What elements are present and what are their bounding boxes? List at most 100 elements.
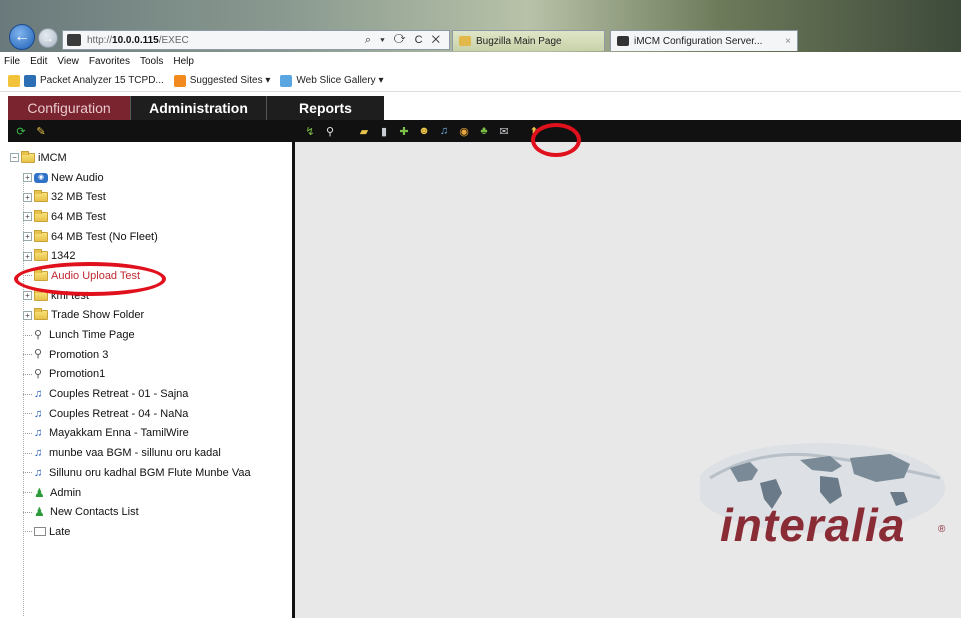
menu-favorites[interactable]: Favorites bbox=[89, 56, 130, 67]
tree-item-label: New Audio bbox=[51, 171, 104, 184]
tab-label: iMCM Configuration Server... bbox=[634, 35, 763, 47]
tree-item[interactable]: Late bbox=[8, 522, 292, 542]
tree-item-label: Admin bbox=[50, 486, 82, 499]
collapse-icon[interactable]: − bbox=[10, 153, 19, 163]
music-note-icon: ♫ bbox=[34, 388, 43, 401]
folder-icon bbox=[34, 308, 48, 321]
tree-item[interactable]: ⚲ Promotion 3 bbox=[8, 345, 292, 365]
tree-item[interactable]: ♟ New Contacts List bbox=[8, 502, 292, 522]
menu-file[interactable]: File bbox=[4, 56, 20, 67]
tree-item[interactable]: + 1342 bbox=[8, 246, 292, 266]
tab-bugzilla[interactable]: Bugzilla Main Page bbox=[452, 30, 605, 51]
tree-item[interactable]: ♫ Mayakkam Enna - TamilWire bbox=[8, 424, 292, 444]
tree-item-label: 1342 bbox=[51, 250, 76, 263]
fav-label: Suggested Sites ▾ bbox=[189, 75, 271, 86]
tree-connector bbox=[23, 373, 32, 375]
fav-suggested-sites[interactable]: Suggested Sites ▾ bbox=[173, 74, 271, 87]
tree-item-label: Sillunu oru kadhal BGM Flute Munbe Vaa bbox=[49, 466, 251, 479]
content-panel: ↯ ⚲ ▰ ▮ ✚ ☻ ♫ ◉ ♣ ✉ ⬆ interalia ® bbox=[295, 120, 961, 618]
expand-icon[interactable]: + bbox=[23, 291, 32, 301]
tree-item[interactable]: ♫ Sillunu oru kadhal BGM Flute Munbe Vaa bbox=[8, 463, 292, 483]
tab-configuration[interactable]: Configuration bbox=[8, 96, 130, 120]
forward-button[interactable]: → bbox=[38, 28, 58, 48]
music-note-icon: ♫ bbox=[34, 407, 43, 420]
folder-icon bbox=[34, 209, 48, 222]
new-contact-icon[interactable]: ♣ bbox=[477, 124, 491, 138]
url-path: /EXEC bbox=[158, 34, 189, 46]
expand-icon[interactable]: + bbox=[23, 251, 32, 261]
tree-connector bbox=[23, 452, 32, 454]
interalia-logo: interalia ® bbox=[695, 438, 960, 551]
tree-connector bbox=[23, 432, 32, 434]
fav-packet-analyzer[interactable]: Packet Analyzer 15 TCPD... bbox=[24, 74, 164, 87]
browser-menubar: File Edit View Favorites Tools Help bbox=[0, 52, 961, 70]
expand-icon[interactable]: + bbox=[23, 212, 32, 222]
content-toolbar: ↯ ⚲ ▰ ▮ ✚ ☻ ♫ ◉ ♣ ✉ ⬆ bbox=[295, 120, 961, 142]
tree-item[interactable]: ⚲ Promotion1 bbox=[8, 365, 292, 385]
menu-edit[interactable]: Edit bbox=[30, 56, 47, 67]
tree-item[interactable]: ♟ Admin bbox=[8, 483, 292, 503]
tree-item-label: Couples Retreat - 01 - Sajna bbox=[49, 388, 189, 401]
tree-item[interactable]: ♫ Couples Retreat - 04 - NaNa bbox=[8, 404, 292, 424]
tree-item[interactable]: + 64 MB Test (No Fleet) bbox=[8, 227, 292, 247]
tree-item-label: Lunch Time Page bbox=[49, 329, 135, 342]
tree-item[interactable]: ♫ munbe vaa BGM - sillunu oru kadal bbox=[8, 443, 292, 463]
new-message-icon[interactable]: ✉ bbox=[497, 124, 511, 138]
tab-imcm[interactable]: iMCM Configuration Server... × bbox=[610, 30, 798, 51]
tree-item[interactable]: ⚲ Lunch Time Page bbox=[8, 325, 292, 345]
tree-panel: ⟳ ✎ − iMCM + ◉ New Audio + 32 MB Test + bbox=[8, 120, 295, 618]
address-tools-icons[interactable]: ⌕ ▾ ⟳ C ✕ bbox=[365, 34, 443, 47]
url-prefix: http:// bbox=[87, 34, 113, 46]
tree-item[interactable]: + 64 MB Test bbox=[8, 207, 292, 227]
bugzilla-favicon-icon bbox=[459, 36, 471, 46]
highlight-oval-tree bbox=[14, 262, 166, 296]
fav-web-slice-gallery[interactable]: Web Slice Gallery ▾ bbox=[280, 74, 384, 87]
tab-reports[interactable]: Reports bbox=[266, 96, 384, 120]
tree-item-label: Trade Show Folder bbox=[51, 309, 145, 322]
page-icon: ⚲ bbox=[34, 348, 43, 361]
menu-tools[interactable]: Tools bbox=[140, 56, 163, 67]
page-icon: ⚲ bbox=[34, 328, 43, 341]
highlight-oval-toolbar bbox=[531, 123, 581, 157]
web-slice-icon bbox=[280, 74, 293, 87]
browser-window: ← → http:// 10.0.0.115 /EXEC ⌕ ▾ ⟳ C ✕ B… bbox=[0, 0, 961, 618]
move-icon[interactable]: ↯ bbox=[303, 124, 317, 138]
new-user-icon[interactable]: ☻ bbox=[417, 124, 431, 138]
tree-item-label: New Contacts List bbox=[50, 506, 139, 519]
tab-administration[interactable]: Administration bbox=[130, 96, 266, 120]
tree-item-label: Promotion1 bbox=[49, 368, 106, 381]
app-tabs: Configuration Administration Reports bbox=[8, 96, 961, 120]
tree-item[interactable]: ♫ Couples Retreat - 01 - Sajna bbox=[8, 384, 292, 404]
expand-icon[interactable]: + bbox=[23, 173, 32, 183]
tree-toolbar: ⟳ ✎ bbox=[8, 120, 292, 142]
packet-analyzer-icon bbox=[24, 74, 36, 87]
pencil-icon[interactable]: ✎ bbox=[34, 124, 48, 138]
menu-help[interactable]: Help bbox=[173, 56, 194, 67]
new-schedule-icon[interactable]: ◉ bbox=[457, 124, 471, 138]
new-folder-icon[interactable]: ▰ bbox=[357, 124, 371, 138]
browser-titlebar: ← → http:// 10.0.0.115 /EXEC ⌕ ▾ ⟳ C ✕ B… bbox=[0, 0, 961, 52]
new-audio-icon[interactable]: ♫ bbox=[437, 124, 451, 138]
favorites-star-icon[interactable] bbox=[8, 74, 20, 87]
close-tab-icon[interactable]: × bbox=[785, 36, 791, 47]
refresh-icon[interactable]: ⟳ bbox=[14, 124, 28, 138]
tree-item[interactable]: + ◉ New Audio bbox=[8, 168, 292, 188]
address-bar[interactable]: http:// 10.0.0.115 /EXEC ⌕ ▾ ⟳ C ✕ bbox=[62, 30, 450, 50]
tree-item[interactable]: + 32 MB Test bbox=[8, 187, 292, 207]
tree-root[interactable]: − iMCM bbox=[8, 148, 292, 168]
tree-item[interactable]: + Trade Show Folder bbox=[8, 306, 292, 326]
expand-icon[interactable]: + bbox=[23, 232, 32, 242]
fav-label: Web Slice Gallery ▾ bbox=[296, 75, 384, 86]
tree-connector bbox=[23, 472, 32, 474]
expand-icon[interactable]: + bbox=[23, 310, 32, 320]
new-device-icon[interactable]: ▮ bbox=[377, 124, 391, 138]
search-icon[interactable]: ⚲ bbox=[323, 124, 337, 138]
folder-icon bbox=[34, 229, 48, 242]
tree-item-label: Promotion 3 bbox=[49, 348, 109, 361]
music-note-icon: ♫ bbox=[34, 466, 43, 479]
expand-icon[interactable]: + bbox=[23, 192, 32, 202]
back-button[interactable]: ← bbox=[9, 24, 35, 50]
new-page-icon[interactable]: ✚ bbox=[397, 124, 411, 138]
menu-view[interactable]: View bbox=[57, 56, 79, 67]
tree-connector bbox=[23, 354, 32, 356]
